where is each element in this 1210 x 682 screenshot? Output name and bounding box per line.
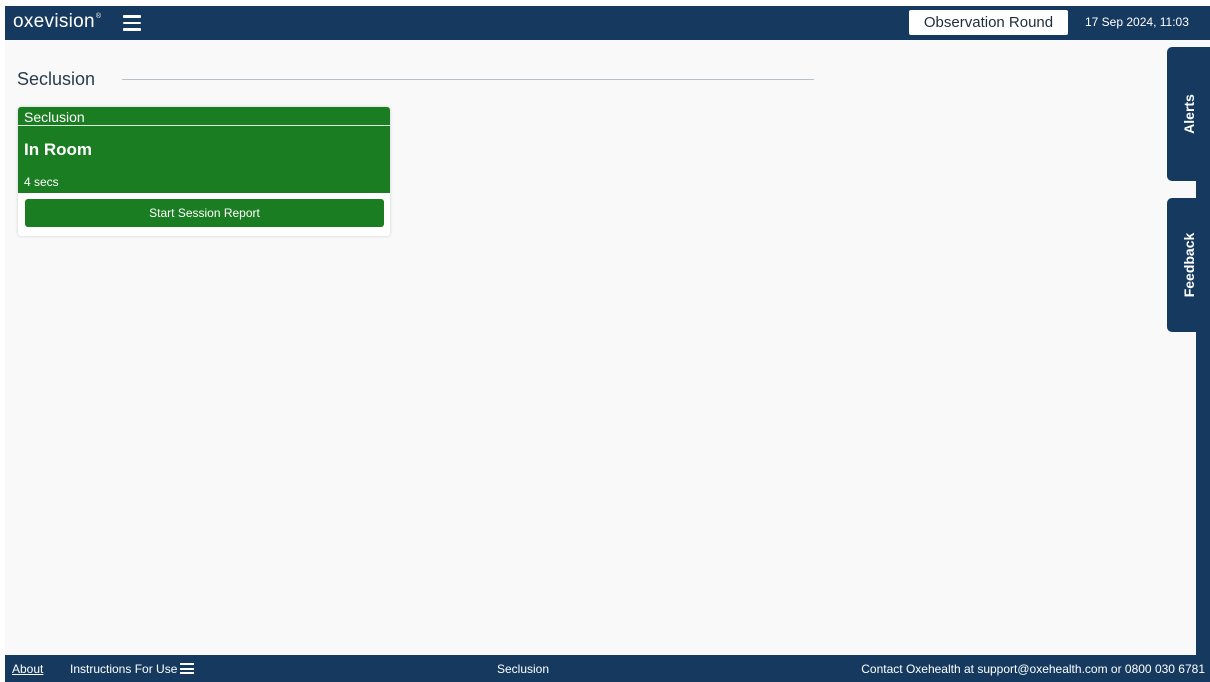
observation-round-button[interactable]: Observation Round	[909, 10, 1068, 35]
footer-bar: About Instructions For Use Seclusion Con…	[5, 655, 1210, 682]
instructions-for-use-label: Instructions For Use	[70, 662, 178, 676]
oxevision-logo: oxevision®	[13, 11, 101, 33]
room-status-panel[interactable]: Seclusion In Room 4 secs	[18, 107, 390, 193]
current-datetime: 17 Sep 2024, 11:03	[1085, 15, 1189, 29]
tab-alerts[interactable]: Alerts	[1167, 47, 1210, 181]
section-divider	[122, 79, 814, 80]
start-session-report-button[interactable]: Start Session Report	[25, 199, 384, 227]
instructions-for-use-button[interactable]: Instructions For Use	[70, 662, 195, 676]
current-area-label: Seclusion	[497, 662, 550, 676]
section-title: Seclusion	[17, 69, 96, 89]
room-name: Seclusion	[24, 109, 85, 125]
logo-registered-mark: ®	[95, 13, 102, 20]
feedback-tab-label: Feedback	[1180, 232, 1197, 298]
logo-text: oxevision	[13, 11, 95, 32]
room-card[interactable]: Seclusion In Room 4 secs Start Session R…	[18, 107, 390, 236]
hamburger-menu-icon[interactable]	[123, 15, 141, 31]
app-window: oxevision® Observation Round 17 Sep 2024…	[5, 6, 1210, 682]
room-occupancy-state: In Room	[24, 140, 92, 159]
hamburger-menu-icon	[180, 663, 195, 674]
tab-feedback[interactable]: Feedback	[1167, 198, 1210, 332]
support-contact-text: Contact Oxehealth at support@oxehealth.c…	[861, 662, 1205, 676]
alerts-tab-label: Alerts	[1180, 94, 1197, 134]
room-name-divider	[18, 125, 390, 126]
top-bar: oxevision® Observation Round 17 Sep 2024…	[5, 6, 1210, 40]
about-link[interactable]: About	[12, 662, 43, 676]
room-state-duration: 4 secs	[24, 175, 59, 189]
